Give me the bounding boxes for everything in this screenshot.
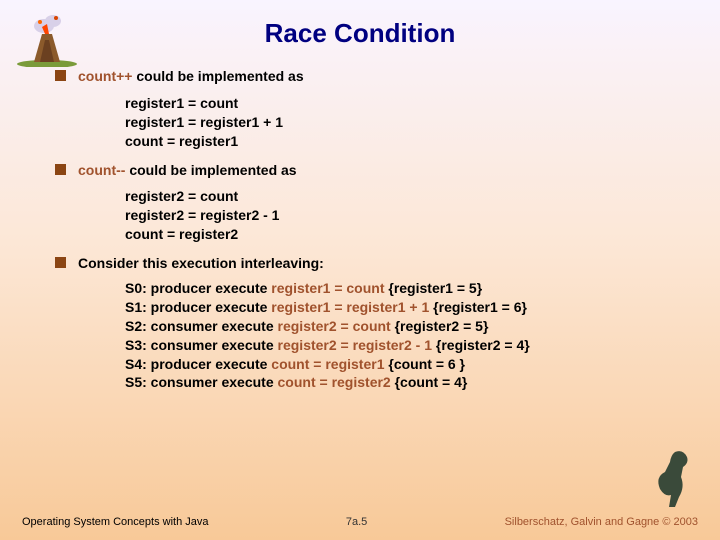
bullet-item-1: count++ could be implemented as	[55, 67, 680, 86]
bullet-item-3: Consider this execution interleaving:	[55, 254, 680, 273]
code-line: register2 = count	[125, 187, 680, 206]
dinosaur-icon	[645, 447, 700, 512]
bullet-text-3: Consider this execution interleaving:	[78, 254, 324, 273]
slide-footer: Operating System Concepts with Java 7a.5…	[0, 516, 720, 528]
step-line: S4: producer execute count = register1 {…	[125, 355, 680, 374]
code-line: count = register1	[125, 132, 680, 151]
step-line: S2: consumer execute register2 = count {…	[125, 317, 680, 336]
step-line: S0: producer execute register1 = count {…	[125, 279, 680, 298]
code-line: count = register2	[125, 225, 680, 244]
step-line: S5: consumer execute count = register2 {…	[125, 373, 680, 392]
bullet-square-icon	[55, 257, 66, 268]
interleaving-steps: S0: producer execute register1 = count {…	[125, 279, 680, 392]
slide-content: count++ could be implemented as register…	[0, 67, 720, 392]
code-line: register2 = register2 - 1	[125, 206, 680, 225]
bullet-square-icon	[55, 70, 66, 81]
volcano-icon	[12, 12, 82, 67]
footer-copyright: Silberschatz, Galvin and Gagne © 2003	[505, 516, 698, 528]
code-line: register1 = register1 + 1	[125, 113, 680, 132]
bullet-text-2: count-- could be implemented as	[78, 161, 297, 180]
code-block-2: register2 = count register2 = register2 …	[125, 187, 680, 244]
bullet-text-1: count++ could be implemented as	[78, 67, 304, 86]
code-line: register1 = count	[125, 94, 680, 113]
bullet-item-2: count-- could be implemented as	[55, 161, 680, 180]
footer-page-number: 7a.5	[346, 516, 367, 528]
code-block-1: register1 = count register1 = register1 …	[125, 94, 680, 151]
step-line: S3: consumer execute register2 = registe…	[125, 336, 680, 355]
bullet-square-icon	[55, 164, 66, 175]
footer-left-text: Operating System Concepts with Java	[22, 516, 208, 528]
slide-title: Race Condition	[0, 0, 720, 57]
step-line: S1: producer execute register1 = registe…	[125, 298, 680, 317]
